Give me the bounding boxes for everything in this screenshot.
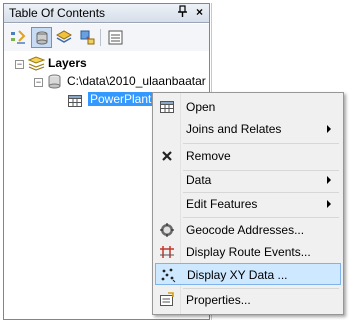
menu-item-label: Open — [186, 100, 216, 114]
list-by-source-button[interactable] — [31, 27, 52, 48]
menu-item-label: Remove — [186, 149, 231, 163]
toc-toolbar — [4, 24, 209, 51]
list-by-source-icon — [36, 31, 48, 45]
layers-root-label: Layers — [48, 56, 87, 70]
route-events-icon — [160, 246, 174, 258]
menu-item-data[interactable]: Data — [155, 169, 341, 191]
pin-icon[interactable] — [175, 5, 190, 20]
powerplant-label: PowerPlant — [88, 92, 154, 106]
menu-item-display-route-events[interactable]: Display Route Events... — [155, 241, 341, 263]
submenu-arrow-icon — [327, 200, 331, 208]
submenu-arrow-icon — [327, 176, 331, 184]
menu-item-open[interactable]: Open — [155, 96, 341, 118]
list-by-drawing-order-button[interactable] — [8, 27, 29, 48]
menu-item-properties[interactable]: Properties... — [155, 289, 341, 311]
menu-item-label: Joins and Relates — [186, 122, 282, 136]
menu-item-label: Data — [186, 173, 212, 187]
toc-title: Table Of Contents — [9, 6, 106, 20]
list-by-selection-icon — [80, 30, 95, 45]
menu-item-joins-and-relates[interactable]: Joins and Relates — [155, 118, 341, 140]
toc-titlebar: Table Of Contents × — [4, 4, 209, 23]
menu-separator — [183, 143, 339, 144]
data-source-node[interactable]: C:\data\2010_ulaanbaatar — [48, 73, 208, 91]
table-icon — [68, 95, 82, 107]
source-collapse-toggle[interactable]: − — [34, 78, 43, 87]
menu-item-label: Display XY Data ... — [187, 268, 288, 282]
xy-data-icon — [161, 268, 176, 283]
menu-item-label: Properties... — [186, 293, 251, 307]
menu-item-remove[interactable]: Remove — [155, 145, 341, 167]
menu-separator — [183, 217, 339, 218]
list-by-selection-button[interactable] — [77, 27, 98, 48]
layers-root-node[interactable]: Layers — [28, 55, 128, 73]
menu-item-label: Display Route Events... — [186, 245, 311, 259]
layers-collapse-toggle[interactable]: − — [15, 60, 24, 69]
submenu-arrow-icon — [327, 125, 331, 133]
menu-item-edit-features[interactable]: Edit Features — [155, 193, 341, 215]
menu-item-label: Geocode Addresses... — [186, 223, 305, 237]
menu-item-label: Edit Features — [186, 197, 258, 211]
geocode-icon — [160, 223, 174, 237]
remove-x-icon — [162, 151, 172, 161]
layer-context-menu: Open Joins and Relates Remove Data Edit … — [152, 92, 344, 315]
close-icon[interactable]: × — [192, 5, 207, 20]
list-by-visibility-icon — [56, 30, 73, 43]
database-icon — [48, 74, 61, 89]
options-icon — [108, 30, 123, 45]
menu-item-display-xy-data[interactable]: Display XY Data ... — [155, 263, 341, 285]
table-icon — [160, 101, 174, 113]
properties-icon — [160, 292, 174, 306]
menu-item-geocode-addresses[interactable]: Geocode Addresses... — [155, 219, 341, 241]
data-source-label: C:\data\2010_ulaanbaatar — [67, 74, 206, 88]
layers-stack-icon — [28, 56, 45, 71]
list-by-visibility-button[interactable] — [54, 27, 75, 48]
list-by-drawing-order-icon — [11, 30, 26, 44]
toolbar-separator — [100, 29, 101, 46]
options-button[interactable] — [105, 27, 126, 48]
